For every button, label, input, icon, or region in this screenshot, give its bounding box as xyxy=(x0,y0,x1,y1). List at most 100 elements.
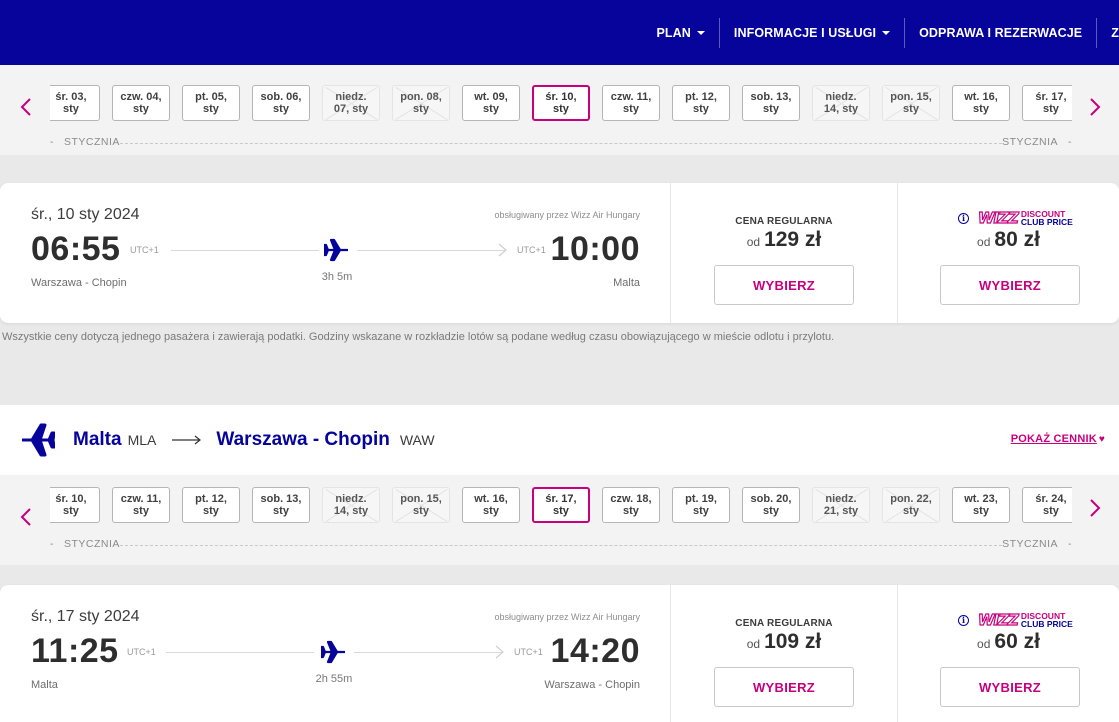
month-label-right: STYCZNIA xyxy=(1002,136,1058,148)
chevron-down-icon xyxy=(696,30,705,35)
nav-plan[interactable]: PLAN xyxy=(642,18,718,48)
nav-more[interactable]: Z xyxy=(1096,17,1119,48)
date-option[interactable]: wt. 23, sty xyxy=(952,487,1010,523)
date-option[interactable]: niedz. 14, sty xyxy=(812,85,870,121)
regular-price: od 109 zł xyxy=(671,630,897,654)
club-price-column: i WIZZ DISCOUNT CLUB PRICE od 80 zł WYBIER… xyxy=(897,183,1119,323)
date-option[interactable]: pon. 22, sty xyxy=(882,487,940,523)
date-option[interactable]: pt. 05, sty xyxy=(182,85,240,121)
price-amount: 109 zł xyxy=(764,630,822,653)
club-price: od 80 zł xyxy=(898,228,1119,252)
dash: - xyxy=(1068,538,1072,550)
next-dates-button[interactable] xyxy=(1085,493,1105,523)
departure-city: Warszawa - Chopin xyxy=(31,277,127,289)
dash: - xyxy=(50,538,54,550)
date-option-label: pt. 12, sty xyxy=(685,91,717,115)
date-option[interactable]: czw. 04, sty xyxy=(112,85,170,121)
origin-city: Malta xyxy=(73,429,122,450)
date-option-label: sob. 06, sty xyxy=(260,91,302,115)
date-option[interactable]: śr. 17, sty xyxy=(1022,85,1072,121)
date-option[interactable]: pon. 15, sty xyxy=(392,487,450,523)
date-option[interactable]: sob. 20, sty xyxy=(742,487,800,523)
date-list: śr. 03, sty czw. 04, sty pt. 05, sty sob. 0… xyxy=(50,85,1072,121)
show-prices-link[interactable]: POKAŻ CENNIK ♥ xyxy=(1011,433,1105,445)
return-route-header: Malta MLA Warszawa - Chopin WAW POKAŻ CE… xyxy=(0,405,1119,475)
date-option[interactable]: pt. 12, sty xyxy=(182,487,240,523)
flight-duration: 2h 55m xyxy=(315,673,353,685)
next-dates-button[interactable] xyxy=(1085,92,1105,122)
date-option[interactable]: czw. 18, sty xyxy=(602,487,660,523)
date-option-label: śr. 17, sty xyxy=(1035,91,1067,115)
date-option[interactable]: sob. 13, sty xyxy=(742,85,800,121)
info-icon[interactable]: i xyxy=(958,212,969,224)
date-option-label: pon. 15, sty xyxy=(400,493,442,517)
date-option[interactable]: niedz. 21, sty xyxy=(812,487,870,523)
flight-date: śr., 17 sty 2024 xyxy=(31,608,140,625)
date-option[interactable]: sob. 13, sty xyxy=(252,487,310,523)
prev-dates-button[interactable] xyxy=(16,502,36,532)
date-option[interactable]: sob. 06, sty xyxy=(252,85,310,121)
month-label-right: STYCZNIA xyxy=(1002,538,1058,550)
date-option-label: niedz. 07, sty xyxy=(333,91,369,115)
price-amount: 129 zł xyxy=(764,228,822,251)
date-option[interactable]: śr. 24, sty xyxy=(1022,487,1072,523)
date-option[interactable]: pt. 19, sty xyxy=(672,487,730,523)
departure-time: 11:25 xyxy=(31,632,119,670)
date-option[interactable]: śr. 10, sty xyxy=(50,487,100,523)
date-option[interactable]: niedz. 14, sty xyxy=(322,487,380,523)
top-navigation: PLAN INFORMACJE I USŁUGI ODPRAWA I REZER… xyxy=(0,0,1119,65)
chevron-right-icon xyxy=(1090,499,1101,517)
date-option-label: śr. 24, sty xyxy=(1035,493,1067,517)
date-option[interactable]: śr. 10, sty xyxy=(532,85,590,121)
chevron-down-icon xyxy=(882,30,891,35)
info-icon[interactable]: i xyxy=(958,614,969,626)
month-label-left: STYCZNIA xyxy=(64,538,120,550)
date-carousel: śr. 03, sty czw. 04, sty pt. 05, sty sob. 0… xyxy=(50,65,1072,135)
date-option[interactable]: czw. 11, sty xyxy=(602,85,660,121)
date-option[interactable]: pon. 08, sty xyxy=(392,85,450,121)
date-option-label: śr. 10, sty xyxy=(545,91,577,115)
date-option[interactable]: pt. 12, sty xyxy=(672,85,730,121)
date-option[interactable]: wt. 16, sty xyxy=(462,487,520,523)
date-option[interactable]: pon. 15, sty xyxy=(882,85,940,121)
discount-club-line2: CLUB PRICE xyxy=(1020,619,1073,629)
route-title: Malta MLA Warszawa - Chopin WAW xyxy=(73,429,435,451)
month-divider: - STYCZNIA STYCZNIA - xyxy=(50,538,1072,552)
route-line xyxy=(166,652,314,653)
date-option-label: niedz. 21, sty xyxy=(823,493,859,517)
select-club-button[interactable]: WYBIERZ xyxy=(940,667,1080,707)
wizz-logo: WIZZ xyxy=(977,208,1019,227)
route-line xyxy=(354,652,502,653)
regular-price-label: CENA REGULARNA xyxy=(735,216,833,227)
date-option[interactable]: śr. 03, sty xyxy=(50,85,100,121)
select-regular-button[interactable]: WYBIERZ xyxy=(714,667,854,707)
arrow-end-icon xyxy=(498,243,507,257)
flight-info: śr., 17 sty 2024 obsługiwany przez Wizz … xyxy=(0,585,670,722)
date-option-label: sob. 13, sty xyxy=(750,91,792,115)
nav-info-services[interactable]: INFORMACJE I USŁUGI xyxy=(718,17,904,48)
outbound-flight-card: śr., 10 sty 2024 obsługiwany przez Wizz … xyxy=(0,183,1119,323)
date-option-label: pt. 05, sty xyxy=(195,91,227,115)
prev-dates-button[interactable] xyxy=(16,92,36,122)
operated-by: obsługiwany przez Wizz Air Hungary xyxy=(494,612,640,622)
date-option[interactable]: czw. 11, sty xyxy=(112,487,170,523)
date-option[interactable]: wt. 09, sty xyxy=(462,85,520,121)
date-option-label: śr. 17, sty xyxy=(545,493,577,517)
wizz-logo: WIZZ xyxy=(977,610,1019,629)
destination-city: Warszawa - Chopin xyxy=(216,429,390,450)
date-option-label: czw. 11, sty xyxy=(610,91,652,115)
arrow-end-icon xyxy=(495,645,504,659)
date-option-label: czw. 04, sty xyxy=(120,91,162,115)
date-option[interactable]: śr. 17, sty xyxy=(532,487,590,523)
inbound-flight-card: śr., 17 sty 2024 obsługiwany przez Wizz … xyxy=(0,585,1119,722)
select-regular-button[interactable]: WYBIERZ xyxy=(714,265,854,305)
date-option[interactable]: niedz. 07, sty xyxy=(322,85,380,121)
inbound-date-strip: śr. 10, sty czw. 11, sty pt. 12, sty sob. 1… xyxy=(0,475,1119,565)
airplane-icon xyxy=(22,423,55,457)
regular-price-column: CENA REGULARNA od 109 zł WYBIERZ xyxy=(670,585,897,722)
nav-checkin-bookings[interactable]: ODPRAWA I REZERWACJE xyxy=(904,17,1096,48)
date-option-label: pt. 19, sty xyxy=(685,493,717,517)
date-option[interactable]: wt. 16, sty xyxy=(952,85,1010,121)
select-club-button[interactable]: WYBIERZ xyxy=(940,265,1080,305)
price-prefix: od xyxy=(977,637,991,651)
